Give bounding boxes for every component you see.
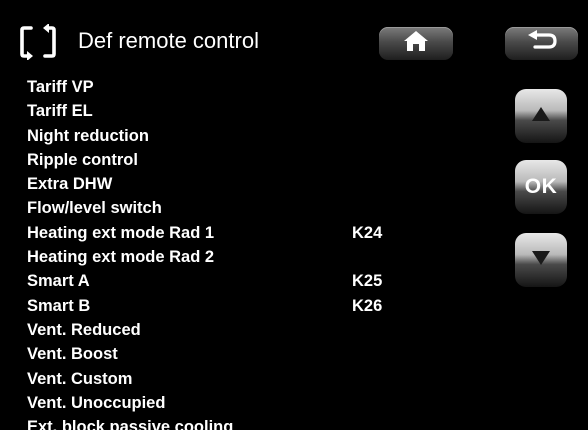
scroll-up-button[interactable] (515, 89, 567, 143)
home-icon (403, 30, 429, 57)
list-item-value: K25 (352, 272, 383, 291)
list-item-label: Vent. Unoccupied (27, 393, 166, 412)
remote-control-screen: Def remote control OK Tariff VP Tariff E… (0, 0, 588, 430)
page-title: Def remote control (78, 28, 259, 53)
list-item[interactable]: Smart B K26 (27, 294, 487, 318)
remote-control-swap-icon (19, 23, 57, 61)
list-item-label: Flow/level switch (27, 199, 162, 218)
triangle-down-icon (531, 250, 551, 271)
list-item-label: Vent. Custom (27, 369, 133, 388)
remote-control-list: Tariff VP Tariff EL Night reduction Ripple … (27, 75, 487, 430)
list-item[interactable]: Tariff EL (27, 99, 487, 123)
list-item-label: Tariff VP (27, 78, 94, 96)
list-item-label: Ext. block passive cooling (27, 418, 234, 430)
back-arrow-icon (525, 30, 559, 57)
back-button[interactable] (505, 27, 578, 60)
list-item[interactable]: Smart A K25 (27, 269, 487, 293)
list-item[interactable]: Heating ext mode Rad 1 K24 (27, 221, 487, 245)
list-item-label: Tariff EL (27, 102, 93, 121)
list-item[interactable]: Extra DHW (27, 172, 487, 196)
header-bar: Def remote control (0, 0, 588, 70)
ok-button-label: OK (524, 175, 558, 198)
list-item-label: Smart B (27, 296, 91, 315)
list-item[interactable]: Ext. block passive cooling (27, 415, 487, 430)
list-item-value: K24 (352, 223, 383, 242)
list-item-label: Ripple control (27, 150, 138, 169)
list-item[interactable]: Ripple control (27, 148, 487, 172)
home-button[interactable] (379, 27, 453, 60)
list-item-label: Night reduction (27, 126, 149, 145)
list-item-label: Smart A (27, 272, 90, 291)
list-item-label: Vent. Reduced (27, 320, 141, 339)
list-item-label: Heating ext mode Rad 2 (27, 248, 215, 267)
list-item[interactable]: Vent. Reduced (27, 318, 487, 342)
list-item[interactable]: Vent. Boost (27, 342, 487, 366)
list-item[interactable]: Night reduction (27, 124, 487, 148)
list-item[interactable]: Vent. Unoccupied (27, 391, 487, 415)
list-item[interactable]: Flow/level switch (27, 196, 487, 220)
scroll-down-button[interactable] (515, 233, 567, 287)
list-item-label: Heating ext mode Rad 1 (27, 223, 215, 242)
triangle-up-icon (531, 106, 551, 127)
list-item[interactable]: Vent. Custom (27, 367, 487, 391)
ok-button[interactable]: OK (515, 160, 567, 214)
list-item-label: Vent. Boost (27, 345, 118, 364)
list-item[interactable]: Heating ext mode Rad 2 (27, 245, 487, 269)
list-item-value: K26 (352, 296, 383, 315)
list-item[interactable]: Tariff VP (27, 75, 487, 99)
list-item-label: Extra DHW (27, 175, 113, 194)
